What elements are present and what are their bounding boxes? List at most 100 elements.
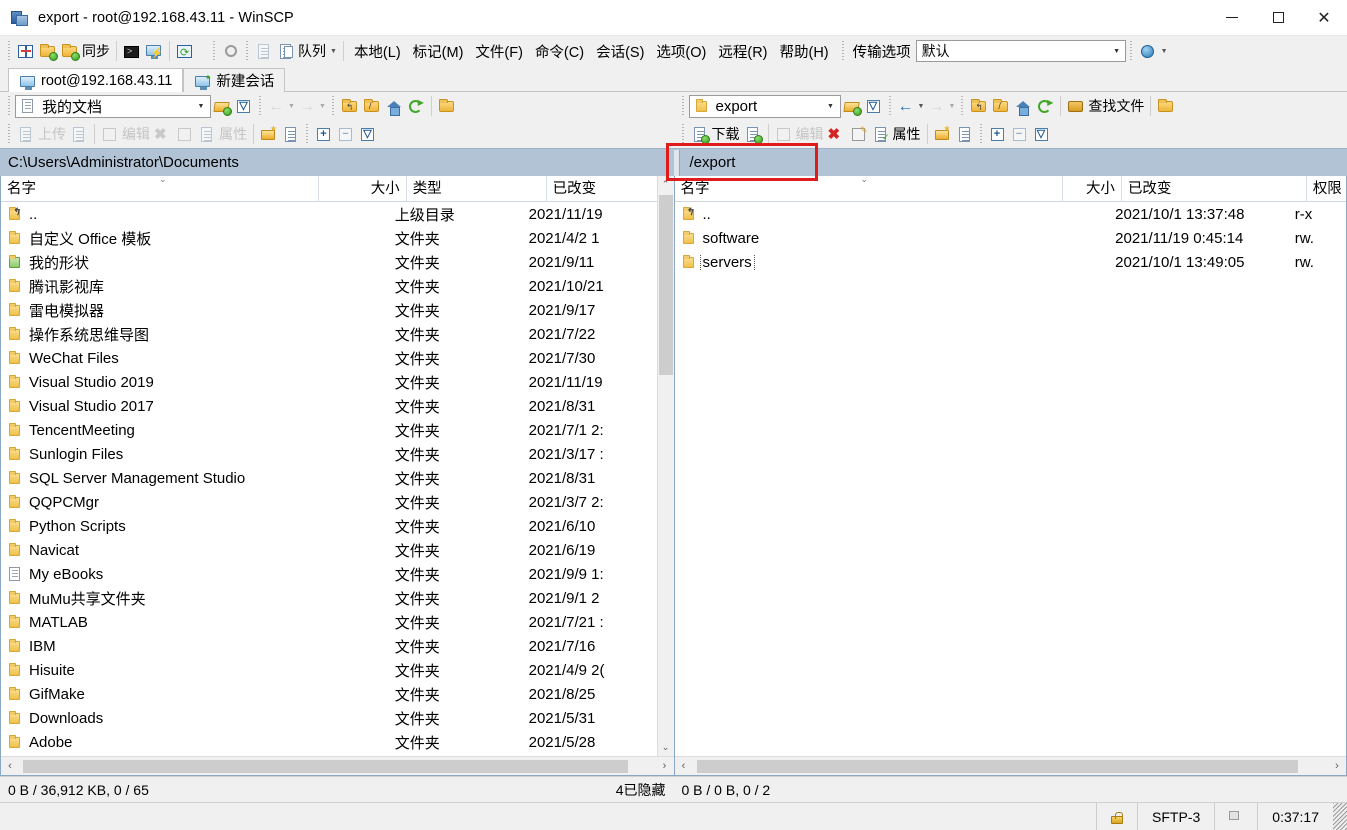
local-path-bar[interactable]: C:\Users\Administrator\Documents — [0, 148, 674, 176]
table-row[interactable]: Navicat 文件夹 2021/6/19 — [1, 538, 657, 562]
right-dir-grip[interactable] — [960, 96, 966, 116]
table-row[interactable]: TencentMeeting 文件夹 2021/7/1 2: — [1, 418, 657, 442]
open-console-button[interactable] — [121, 39, 143, 63]
scroll-thumb[interactable] — [23, 759, 628, 773]
remote-home-dir-button[interactable] — [1012, 94, 1034, 118]
close-button[interactable]: ✕ — [1301, 0, 1347, 36]
transfer-settings-button[interactable]: ▼ — [1137, 39, 1170, 63]
scroll-right-button[interactable]: › — [656, 760, 674, 772]
local-horizontal-scrollbar[interactable]: ‹ › — [1, 756, 674, 775]
scroll-thumb[interactable] — [658, 195, 673, 375]
remote-filter-button[interactable]: ▽ — [863, 94, 885, 118]
upload-options-button[interactable] — [68, 122, 90, 146]
local-selection-filter-button[interactable]: ▽ — [357, 122, 379, 146]
minimize-button[interactable] — [1209, 0, 1255, 36]
table-row[interactable]: QQPCMgr 文件夹 2021/3/7 2: — [1, 490, 657, 514]
local-bookmark-button[interactable] — [436, 94, 458, 118]
chevron-down-icon[interactable]: ▼ — [330, 48, 337, 55]
table-row[interactable]: Python Scripts 文件夹 2021/6/10 — [1, 514, 657, 538]
remote-delete-button[interactable]: ✖ — [826, 122, 848, 146]
scroll-track[interactable] — [19, 759, 656, 773]
left-dir-grip[interactable] — [330, 96, 336, 116]
remote-forward-button[interactable]: → ▼ — [926, 94, 957, 118]
table-row[interactable]: 雷电模拟器 文件夹 2021/9/17 — [1, 298, 657, 322]
chevron-down-icon[interactable]: ▼ — [288, 103, 295, 110]
local-select-button[interactable]: + — [313, 122, 335, 146]
toolbar-grip-3[interactable] — [245, 41, 250, 61]
remote-edit-button[interactable]: 编辑 — [773, 122, 826, 146]
chevron-down-icon[interactable]: ▼ — [918, 103, 925, 110]
sync-browsing-button[interactable] — [37, 39, 59, 63]
scroll-track[interactable] — [657, 193, 674, 739]
toolbar-grip[interactable] — [7, 41, 12, 61]
table-row[interactable]: 腾讯影视库 文件夹 2021/10/21 — [1, 274, 657, 298]
remote-file-list[interactable]: .. 2021/10/1 13:37:48 r-x software 2021/11/1… — [675, 202, 1347, 756]
local-new-file-button[interactable] — [280, 122, 302, 146]
menu-commands[interactable]: 命令(C) — [529, 38, 590, 65]
menu-help[interactable]: 帮助(H) — [774, 38, 835, 65]
left-path-grip[interactable] — [7, 96, 12, 116]
split-panes-button[interactable] — [15, 39, 37, 63]
open-remote-dir-button[interactable] — [841, 94, 863, 118]
queue-list-button[interactable] — [253, 39, 275, 63]
session-duration[interactable]: 0:37:17 — [1257, 803, 1333, 830]
maximize-button[interactable] — [1255, 0, 1301, 36]
local-back-button[interactable]: ← ▼ — [266, 94, 297, 118]
table-row[interactable]: servers 2021/10/1 13:49:05 rw. — [675, 250, 1347, 274]
download-options-button[interactable] — [742, 122, 764, 146]
table-row[interactable]: Downloads 文件夹 2021/5/31 — [1, 706, 657, 730]
scroll-right-button[interactable]: › — [1328, 760, 1346, 772]
table-row[interactable]: MuMu共享文件夹 文件夹 2021/9/1 2 — [1, 586, 657, 610]
queue-button[interactable]: 队列 ▼ — [275, 39, 339, 63]
refresh-button[interactable]: ⟳ — [174, 39, 196, 63]
local-refresh-button[interactable]: ▶ — [405, 94, 427, 118]
local-new-folder-button[interactable] — [258, 122, 280, 146]
remote-new-folder-button[interactable] — [932, 122, 954, 146]
table-row[interactable]: Hisuite 文件夹 2021/4/9 2( — [1, 658, 657, 682]
remote-select-button[interactable]: + — [987, 122, 1009, 146]
synchronize-button[interactable]: 同步 — [59, 39, 112, 63]
menu-remote[interactable]: 远程(R) — [712, 38, 773, 65]
menu-files[interactable]: 文件(F) — [469, 38, 529, 65]
remote-path-bar[interactable]: /export — [665, 143, 1347, 181]
table-row[interactable]: Sunlogin Files 文件夹 2021/3/17 : — [1, 442, 657, 466]
table-row[interactable]: IBM 文件夹 2021/7/16 — [1, 634, 657, 658]
table-row[interactable]: My eBooks 文件夹 2021/9/9 1: — [1, 562, 657, 586]
chevron-down-icon[interactable]: ▼ — [1161, 48, 1168, 55]
table-row[interactable]: 自定义 Office 模板 文件夹 2021/4/2 1 — [1, 226, 657, 250]
remote-root-dir-button[interactable]: / — [990, 94, 1012, 118]
open-local-dir-button[interactable] — [211, 94, 233, 118]
open-putty-button[interactable]: ⚡ — [143, 39, 165, 63]
scroll-up-button[interactable]: ⌃ — [657, 176, 674, 193]
find-files-button[interactable]: 查找文件 — [1065, 94, 1146, 118]
local-parent-dir-button[interactable]: ↰ — [339, 94, 361, 118]
column-header-type[interactable]: 类型 — [407, 175, 547, 202]
table-row[interactable]: .. 2021/10/1 13:37:48 r-x — [675, 202, 1347, 226]
remote-directory-select[interactable]: export ▼ — [688, 94, 841, 118]
remote-horizontal-scrollbar[interactable]: ‹ › — [674, 756, 1346, 775]
preferences-button[interactable] — [220, 39, 242, 63]
table-row[interactable]: 操作系统思维导图 文件夹 2021/7/22 — [1, 322, 657, 346]
left-select-grip[interactable] — [305, 124, 310, 144]
toolbar-grip-5[interactable] — [1128, 41, 1134, 61]
local-delete-button[interactable]: ✖ — [152, 122, 174, 146]
table-row[interactable]: WeChat Files 文件夹 2021/7/30 — [1, 346, 657, 370]
table-row[interactable]: software 2021/11/19 0:45:14 rw. — [675, 226, 1347, 250]
table-row[interactable]: MATLAB 文件夹 2021/7/21 : — [1, 610, 657, 634]
table-row[interactable]: .. 上级目录 2021/11/19 — [1, 202, 657, 226]
table-row[interactable]: Visual Studio 2017 文件夹 2021/8/31 — [1, 394, 657, 418]
toolbar-grip-4[interactable] — [840, 41, 846, 61]
column-header-size[interactable]: 大小 — [1063, 175, 1122, 202]
remote-rename-button[interactable]: ✎ — [848, 122, 870, 146]
chevron-down-icon[interactable]: ▼ — [822, 103, 840, 110]
column-header-size[interactable]: 大小 — [319, 175, 407, 202]
local-vertical-scrollbar[interactable]: ⌃ ⌄ — [656, 176, 674, 756]
left-actions-grip[interactable] — [7, 124, 12, 144]
table-row[interactable]: 我的形状 文件夹 2021/9/11 — [1, 250, 657, 274]
remote-properties-button[interactable]: ✓ 属性 — [870, 122, 923, 146]
right-path-grip[interactable] — [680, 96, 686, 116]
column-header-rights[interactable]: 权限 — [1307, 176, 1346, 202]
protocol-indicator[interactable]: SFTP-3 — [1137, 803, 1214, 830]
chevron-down-icon[interactable]: ▼ — [192, 103, 210, 110]
transfer-options-select[interactable]: 默认 ▼ — [915, 40, 1126, 62]
